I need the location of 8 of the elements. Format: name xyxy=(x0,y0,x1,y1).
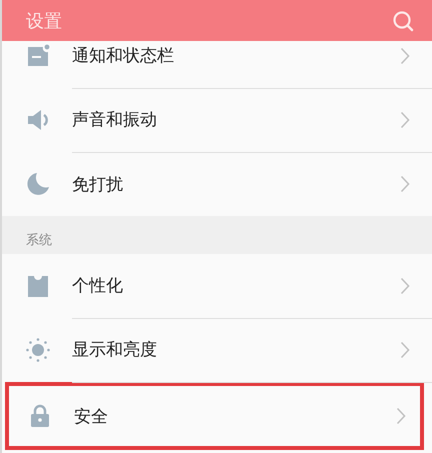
item-label: 个性化 xyxy=(72,275,123,297)
item-label: 通知和状态栏 xyxy=(72,45,174,67)
item-label: 免打扰 xyxy=(72,174,123,196)
item-label: 声音和振动 xyxy=(72,109,157,131)
section-title: 系统 xyxy=(26,232,52,249)
header-title: 设置 xyxy=(26,10,62,32)
item-label: 显示和亮度 xyxy=(72,339,157,361)
item-label: 安全 xyxy=(74,406,108,428)
